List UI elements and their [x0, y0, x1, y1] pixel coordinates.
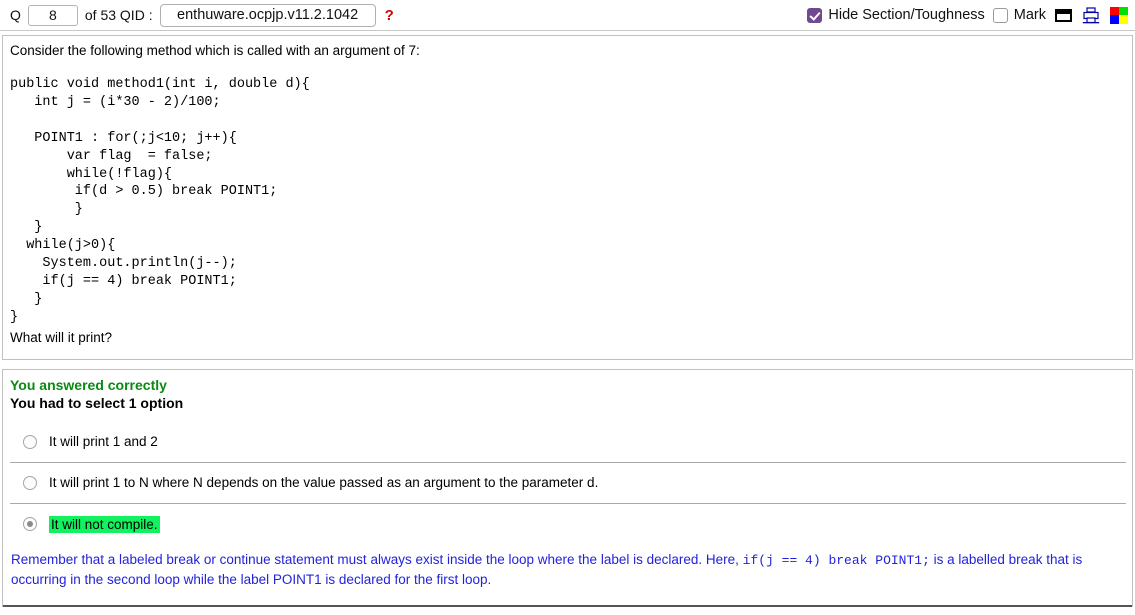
question-intro-text: Consider the following method which is c…	[10, 43, 420, 58]
question-prompt-text: What will it print?	[10, 329, 113, 345]
option-row-1[interactable]: It will print 1 and 2	[10, 422, 1126, 463]
top-toolbar: Q of 53 QID : ? Hide Section/Toughness M…	[0, 0, 1135, 31]
option-label-2: It will print 1 to N where N depends on …	[49, 475, 599, 490]
radio-button-option-3-selected[interactable]	[23, 517, 37, 531]
help-icon[interactable]: ?	[385, 7, 394, 24]
checkbox-box-unchecked[interactable]	[992, 7, 1008, 23]
option-row-2[interactable]: It will print 1 to N where N depends on …	[10, 463, 1126, 504]
toolbar-options: Hide Section/Toughness Mark	[807, 6, 1129, 24]
color-palette-icon[interactable]	[1109, 6, 1129, 24]
answer-instruction-text: You had to select 1 option	[10, 395, 184, 411]
question-panel: Consider the following method which is c…	[2, 35, 1133, 360]
mark-checkbox[interactable]: Mark	[992, 7, 1046, 23]
question-label: Q	[10, 7, 21, 23]
option-list: It will print 1 and 2 It will print 1 to…	[10, 422, 1126, 541]
radio-button-option-1[interactable]	[23, 435, 37, 449]
explanation-inline-code: if(j == 4) break POINT1;	[742, 553, 930, 568]
answer-result-text: You answered correctly	[10, 377, 167, 393]
hide-section-toughness-label: Hide Section/Toughness	[828, 7, 985, 23]
bottom-divider	[3, 605, 1132, 607]
qid-input[interactable]	[159, 3, 376, 27]
question-number-input[interactable]	[27, 4, 78, 26]
printer-icon[interactable]	[1081, 6, 1101, 24]
checkbox-box-checked[interactable]	[807, 7, 823, 23]
mark-label: Mark	[1013, 7, 1046, 23]
option-label-3: It will not compile.	[49, 516, 160, 533]
question-navigator: Q of 53 QID : ?	[10, 3, 394, 27]
window-icon[interactable]	[1054, 8, 1073, 22]
question-total-label: of 53 QID :	[84, 7, 153, 23]
radio-button-option-2[interactable]	[23, 476, 37, 490]
option-row-3[interactable]: It will not compile.	[10, 504, 1126, 541]
question-code-block: public void method1(int i, double d){ in…	[10, 77, 310, 325]
hide-section-toughness-checkbox[interactable]: Hide Section/Toughness	[807, 7, 985, 23]
option-label-1: It will print 1 and 2	[49, 434, 158, 449]
explanation-part-1: Remember that a labeled break or continu…	[11, 552, 743, 567]
explanation-text: Remember that a labeled break or continu…	[10, 550, 1126, 589]
answer-panel: You answered correctly You had to select…	[2, 369, 1133, 607]
